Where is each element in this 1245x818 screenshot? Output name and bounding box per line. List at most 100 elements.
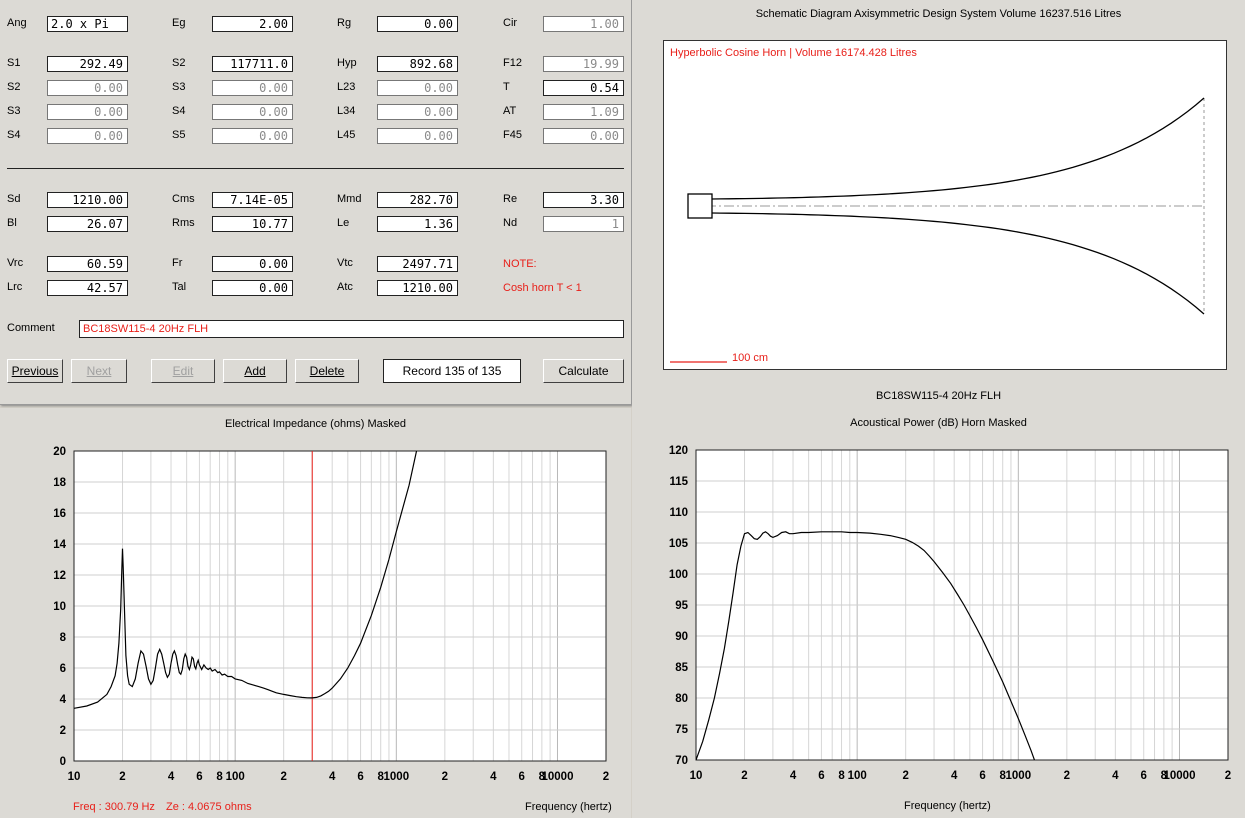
field-l34-row4[interactable]: 0.00 (377, 104, 458, 120)
y-tick-label: 115 (669, 476, 688, 488)
y-tick-label: 75 (675, 724, 688, 736)
comment-field[interactable]: BC18SW115-4 20Hz FLH (79, 320, 624, 338)
field-s3-row3[interactable]: 0.00 (212, 80, 293, 96)
schematic-caption: BC18SW115-4 20Hz FLH (875, 390, 1002, 402)
delete-button-label: Delete (309, 364, 345, 378)
power-chart[interactable]: 70758085909510010511011512010 2 4 6 8 100 2 4 6 8… (632, 408, 1245, 818)
x-tick-label: 6 (196, 771, 202, 783)
inputs-panel: Ang 2.0 x Pi Eg 2.00 Rg 0.00 Cir 1.00 S1 292.49 S2… (0, 0, 632, 405)
label-re-row6: Re (503, 193, 518, 205)
label-f45-row5: F45 (503, 129, 522, 141)
x-tick-label: 10000 (541, 771, 573, 783)
y-tick-label: 2 (60, 725, 66, 737)
add-button[interactable]: Add (223, 359, 287, 383)
label-s4-row4: S4 (172, 105, 186, 117)
field-f45-row5[interactable]: 0.00 (543, 128, 624, 144)
field-tal-row9[interactable]: 0.00 (212, 280, 293, 296)
comment-label: Comment (7, 322, 55, 334)
field-s2-row2[interactable]: 117711.0 (212, 56, 293, 72)
y-tick-label: 90 (675, 631, 688, 643)
field-lrc-row9[interactable]: 42.57 (47, 280, 128, 296)
power-x-axis-label: Frequency (hertz) (904, 800, 991, 812)
label-s1-row2: S1 (7, 57, 21, 69)
edit-button[interactable]: Edit (151, 359, 215, 383)
readout-frequency: Freq : 300.79 Hz (73, 801, 155, 813)
y-tick-label: 120 (669, 445, 688, 457)
field-re-row6[interactable]: 3.30 (543, 192, 624, 208)
schematic-panel: Schematic Diagram Axisymmetric Design Sy… (632, 0, 1245, 408)
field-le-row7[interactable]: 1.36 (377, 216, 458, 232)
field-s1-row2[interactable]: 292.49 (47, 56, 128, 72)
y-tick-label: 18 (53, 477, 66, 489)
field-atc-row9[interactable]: 1210.00 (377, 280, 458, 296)
x-tick-label: 100 (848, 770, 867, 782)
field-sd-row6[interactable]: 1210.00 (47, 192, 128, 208)
x-tick-label: 2 (280, 771, 286, 783)
schematic-title: Schematic Diagram Axisymmetric Design Sy… (755, 8, 1122, 20)
field-nd-row7[interactable]: 1 (543, 216, 624, 232)
field-s5-row5[interactable]: 0.00 (212, 128, 293, 144)
label-lrc-row9: Lrc (7, 281, 23, 293)
label-f12-row2: F12 (503, 57, 522, 69)
label-s2-row2: S2 (172, 57, 186, 69)
x-tick-label: 10000 (1163, 770, 1195, 782)
field-fr-row8[interactable]: 0.00 (212, 256, 293, 272)
field-hyp-row2[interactable]: 892.68 (377, 56, 458, 72)
schematic-canvas: Hyperbolic Cosine Horn | Volume 16174.42… (663, 40, 1227, 370)
field-cms-row6[interactable]: 7.14E-05 (212, 192, 293, 208)
horn-wall-lower (711, 212, 1205, 315)
previous-button[interactable]: Previous (7, 359, 63, 383)
label-t-row3: T (503, 81, 510, 93)
x-tick-label: 4 (1112, 770, 1119, 782)
field-l45-row5[interactable]: 0.00 (377, 128, 458, 144)
impedance-chart[interactable]: 0246810121416182010 2 4 6 8 100 2 4 6 8 1000 2 4 6 810… (0, 408, 631, 818)
label-l34-row4: L34 (337, 105, 356, 117)
x-tick-label: 6 (357, 771, 363, 783)
label-hyp-row2: Hyp (337, 57, 357, 69)
scale-label: 100 cm (732, 352, 769, 364)
label-l45-row5: L45 (337, 129, 356, 141)
x-tick-label: 2 (902, 770, 908, 782)
field-f12-row2[interactable]: 19.99 (543, 56, 624, 72)
note-text: Cosh horn T < 1 (503, 282, 582, 294)
y-tick-label: 85 (675, 662, 688, 674)
field-mmd-row6[interactable]: 282.70 (377, 192, 458, 208)
field-t-row3[interactable]: 0.54 (543, 80, 624, 96)
field-cir-row1[interactable]: 1.00 (543, 16, 624, 32)
horn-wall-upper (711, 97, 1205, 200)
label-sd-row6: Sd (7, 193, 21, 205)
field-vrc-row8[interactable]: 60.59 (47, 256, 128, 272)
field-vtc-row8[interactable]: 2497.71 (377, 256, 458, 272)
label-vtc-row8: Vtc (337, 257, 353, 269)
impedance-x-axis-label: Frequency (hertz) (525, 801, 612, 813)
y-tick-label: 12 (53, 570, 66, 582)
field-s4-row5[interactable]: 0.00 (47, 128, 128, 144)
field-l23-row3[interactable]: 0.00 (377, 80, 458, 96)
field-ang-row1[interactable]: 2.0 x Pi (47, 16, 128, 32)
field-eg-row1[interactable]: 2.00 (212, 16, 293, 32)
delete-button[interactable]: Delete (295, 359, 359, 383)
x-tick-label: 6 (818, 770, 824, 782)
calculate-button[interactable]: Calculate (543, 359, 624, 383)
field-s2-row3[interactable]: 0.00 (47, 80, 128, 96)
y-tick-label: 8 (60, 632, 67, 644)
field-rms-row7[interactable]: 10.77 (212, 216, 293, 232)
field-bl-row7[interactable]: 26.07 (47, 216, 128, 232)
x-tick-label: 2 (442, 771, 448, 783)
label-rg-row1: Rg (337, 17, 352, 29)
label-s2-row3: S2 (7, 81, 21, 93)
label-s5-row5: S5 (172, 129, 186, 141)
next-button[interactable]: Next (71, 359, 127, 383)
x-tick-label: 2 (603, 771, 609, 783)
y-tick-label: 95 (675, 600, 688, 612)
label-fr-row8: Fr (172, 257, 183, 269)
label-bl-row7: Bl (7, 217, 17, 229)
x-tick-label: 2 (1225, 770, 1231, 782)
field-s4-row4[interactable]: 0.00 (212, 104, 293, 120)
field-at-row4[interactable]: 1.09 (543, 104, 624, 120)
x-tick-label: 1000 (1006, 770, 1032, 782)
y-tick-label: 70 (675, 755, 688, 767)
field-s3-row4[interactable]: 0.00 (47, 104, 128, 120)
label-l23-row3: L23 (337, 81, 356, 93)
field-rg-row1[interactable]: 0.00 (377, 16, 458, 32)
